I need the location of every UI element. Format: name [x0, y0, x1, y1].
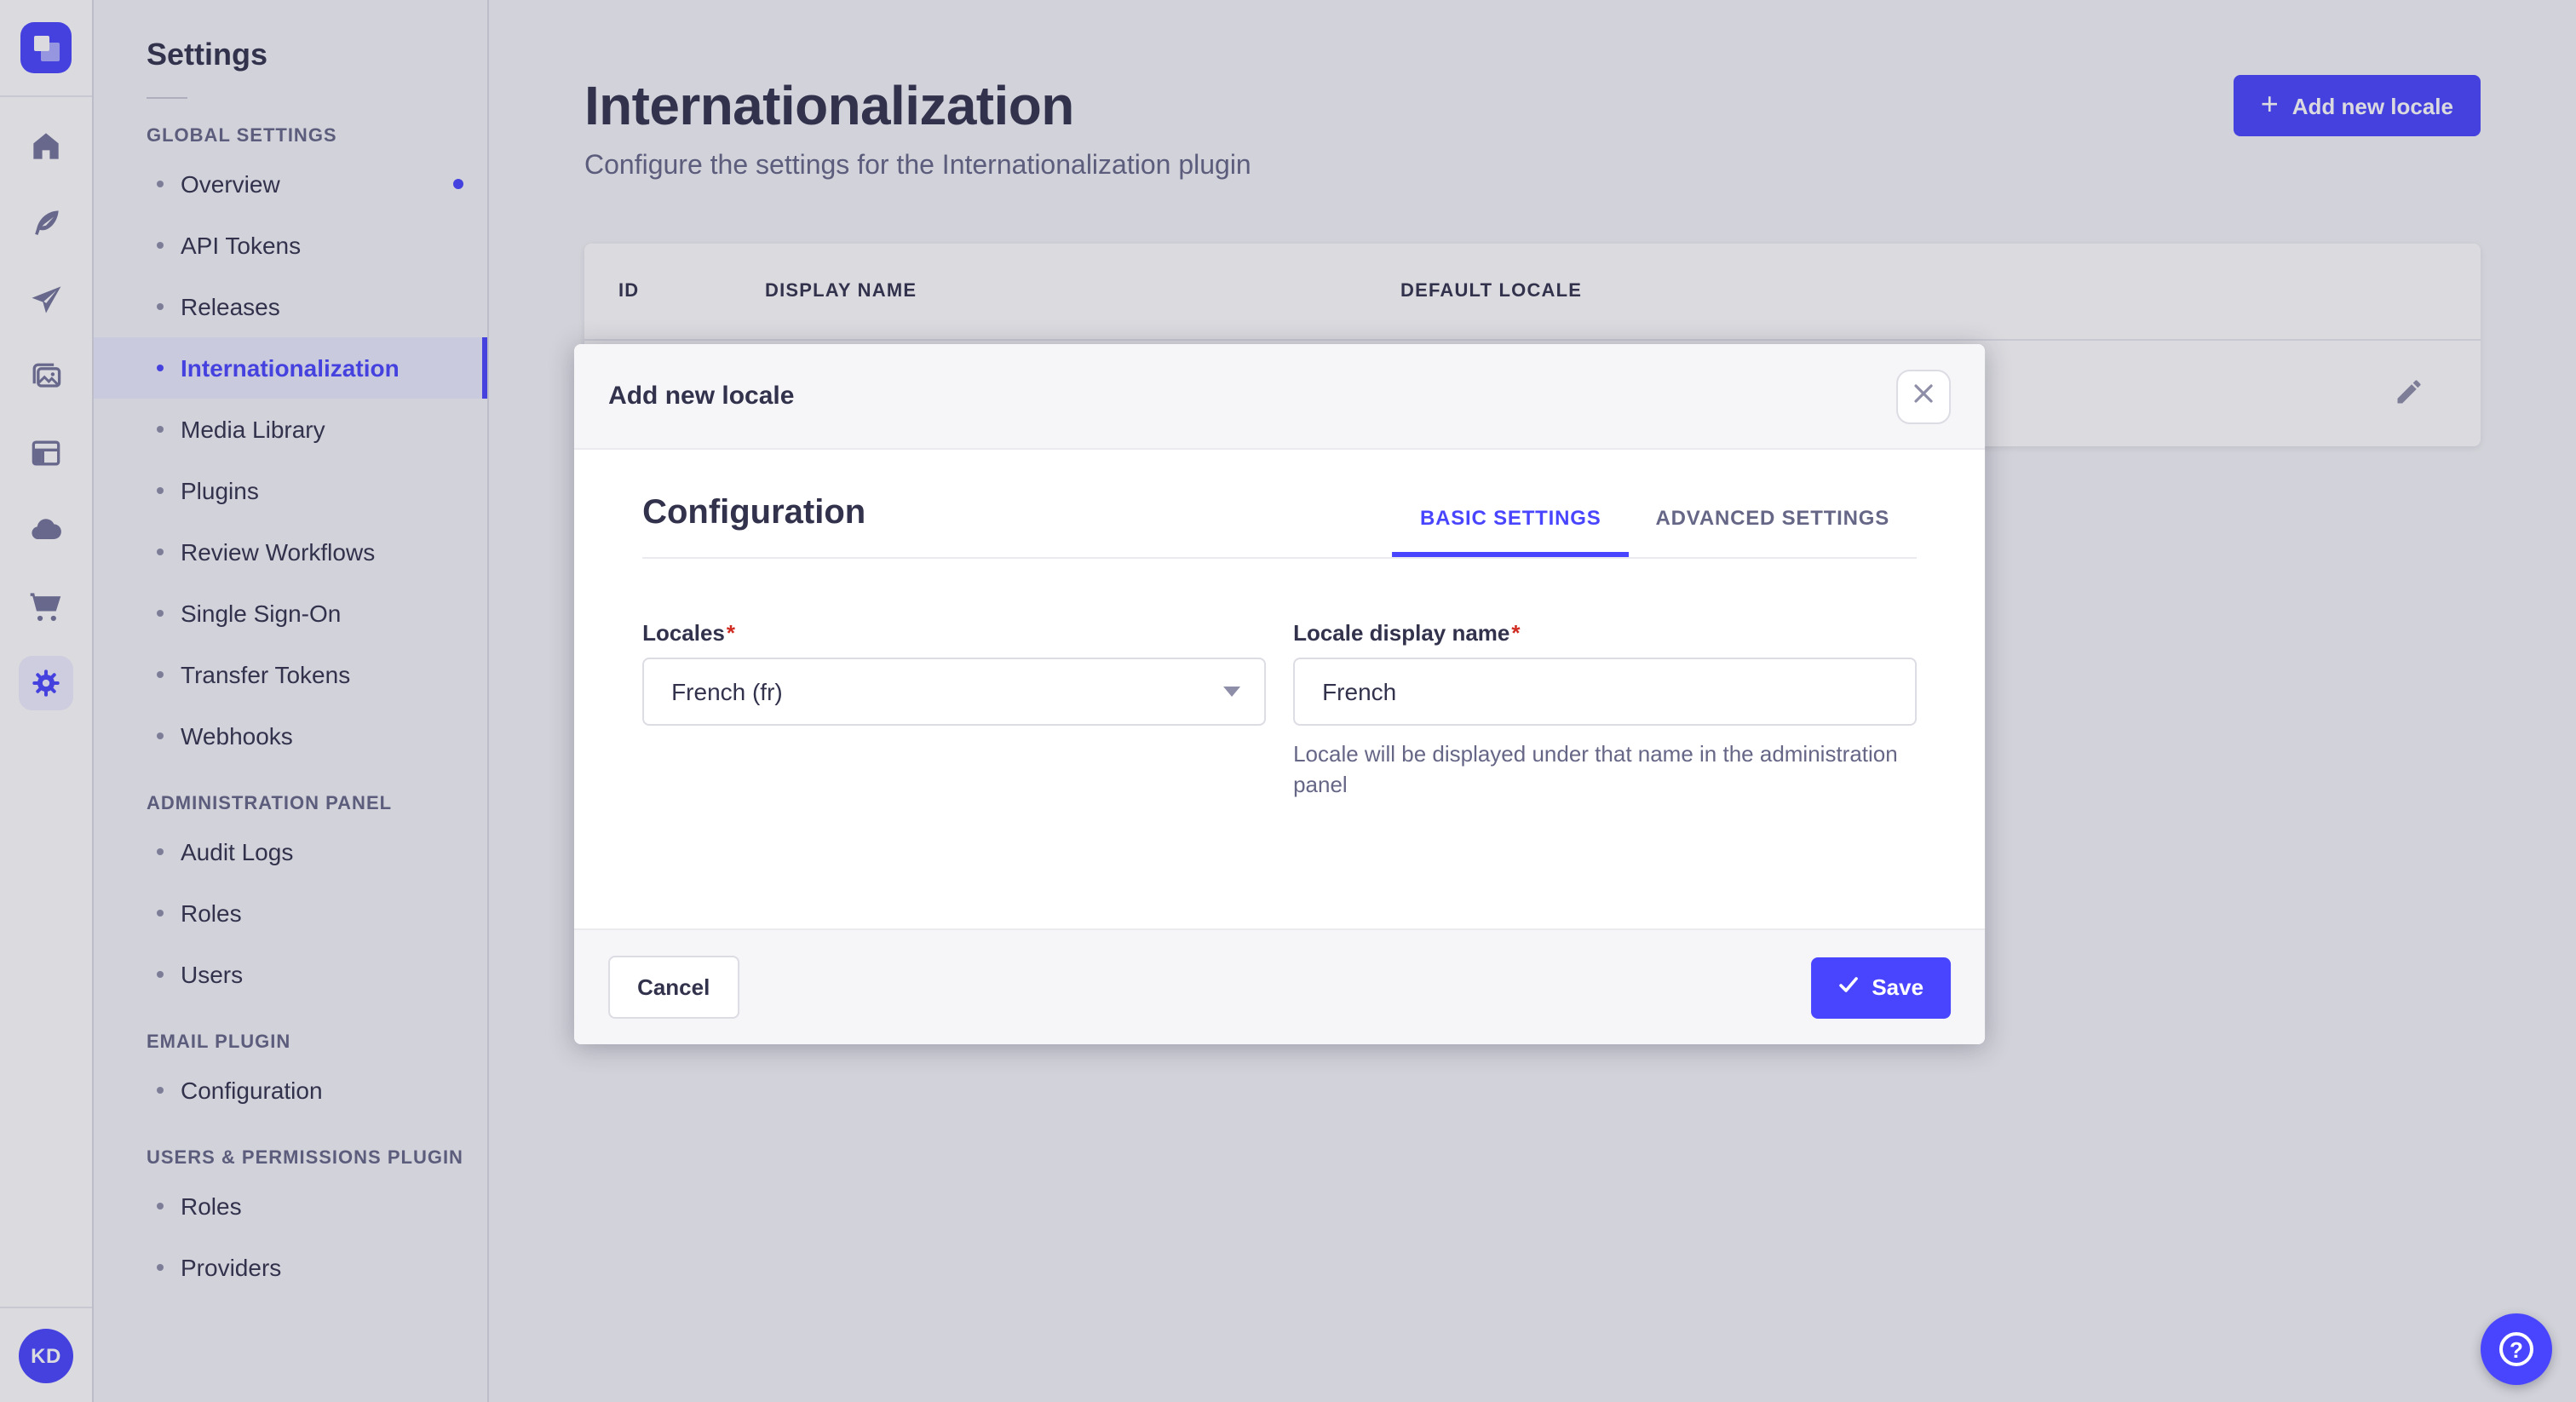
modal-close-button[interactable]	[1896, 369, 1952, 423]
save-button[interactable]: Save	[1810, 957, 1952, 1019]
configuration-header-row: Configuration BASIC SETTINGS ADVANCED SE…	[642, 494, 1918, 559]
locales-label: Locales *	[642, 620, 736, 646]
modal-header: Add new locale	[574, 344, 1986, 450]
locales-field: Locales * French (fr)	[642, 620, 1267, 799]
check-icon	[1837, 974, 1858, 1000]
add-new-locale-modal: Add new locale Configuration BASIC SETTI…	[574, 344, 1986, 1045]
display-name-input[interactable]	[1293, 658, 1918, 726]
required-asterisk: *	[1511, 620, 1521, 646]
configuration-title: Configuration	[642, 494, 866, 531]
cancel-button[interactable]: Cancel	[608, 956, 739, 1020]
help-button[interactable]: ?	[2481, 1313, 2552, 1385]
modal-title: Add new locale	[608, 382, 795, 411]
display-name-label: Locale display name *	[1293, 620, 1521, 646]
tab-basic-settings[interactable]: BASIC SETTINGS	[1393, 506, 1629, 557]
locales-select-value: French (fr)	[671, 678, 783, 705]
question-mark-icon: ?	[2499, 1332, 2533, 1366]
locales-select[interactable]: French (fr)	[642, 658, 1267, 726]
strapi-settings-app: KD Settings GLOBAL SETTINGS Overview API…	[0, 0, 2576, 1402]
locale-form-row: Locales * French (fr) Locale display name…	[642, 620, 1918, 799]
required-asterisk: *	[726, 620, 736, 646]
display-name-field: Locale display name* Locale will be disp…	[1293, 620, 1918, 799]
display-name-hint: Locale will be displayed under that name…	[1293, 741, 1898, 797]
settings-tabs: BASIC SETTINGS ADVANCED SETTINGS	[1393, 506, 1917, 557]
modal-body: Configuration BASIC SETTINGS ADVANCED SE…	[574, 450, 1986, 929]
close-x-icon	[1913, 383, 1934, 409]
tab-advanced-settings[interactable]: ADVANCED SETTINGS	[1629, 506, 1918, 557]
chevron-down-icon	[1223, 687, 1241, 697]
modal-footer: Cancel Save	[574, 928, 1986, 1045]
